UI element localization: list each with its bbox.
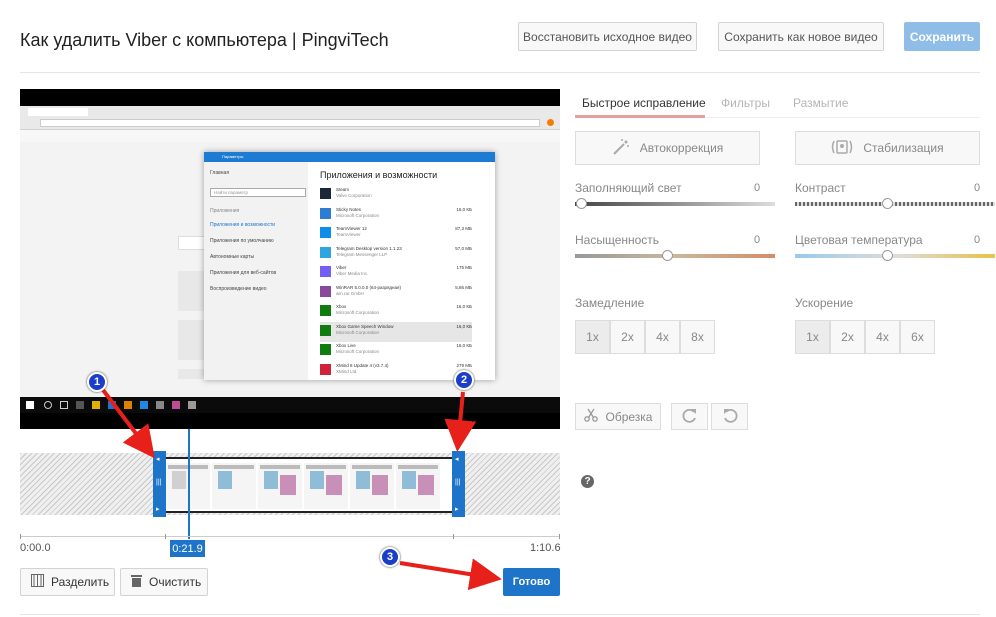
annotation-arrows <box>101 388 502 591</box>
video-editor-page: Как удалить Viber с компьютера | PingviT… <box>0 0 996 617</box>
annotation-badge-1: 1 <box>87 372 107 392</box>
annotation-arrow-3 <box>399 558 502 591</box>
annotation-arrow-2 <box>444 391 477 452</box>
annotation-badge-3: 3 <box>380 547 400 567</box>
annotation-arrow-1 <box>101 388 155 459</box>
annotation-badge-2: 2 <box>454 370 474 390</box>
